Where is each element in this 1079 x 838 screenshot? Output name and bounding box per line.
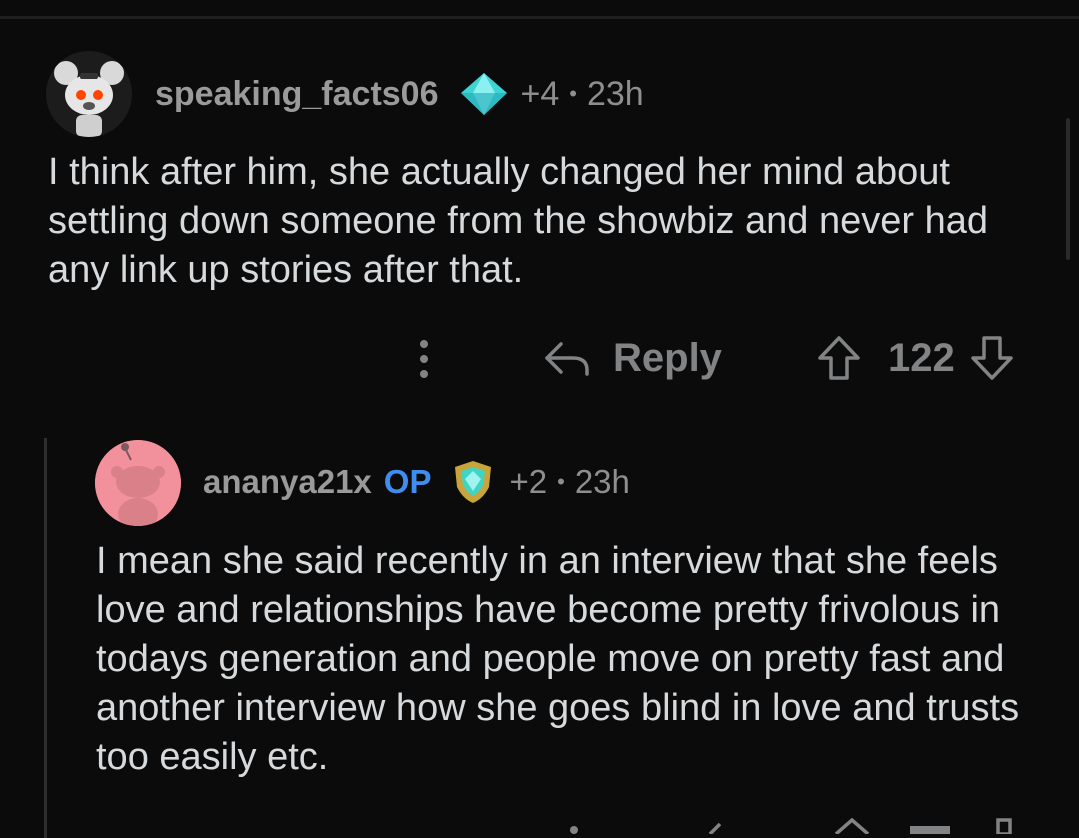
more-vertical-icon bbox=[420, 340, 428, 378]
karma-delta: +4 bbox=[520, 74, 560, 113]
op-badge: OP bbox=[383, 463, 432, 500]
top-divider bbox=[0, 16, 1079, 19]
avatar[interactable] bbox=[95, 440, 181, 526]
downvote-button[interactable] bbox=[969, 335, 1015, 381]
diamond-award-icon[interactable] bbox=[459, 71, 509, 117]
karma-delta: +2 bbox=[509, 463, 548, 500]
timestamp: 23h bbox=[586, 74, 644, 113]
snoo-avatar-icon bbox=[95, 440, 181, 526]
reply-body: I mean she said recently in an interview… bbox=[96, 540, 1020, 778]
separator-dot: • bbox=[569, 81, 577, 106]
upvote-button[interactable] bbox=[816, 335, 862, 381]
scrollbar[interactable] bbox=[1066, 118, 1070, 260]
thread-line[interactable] bbox=[44, 438, 47, 838]
snoo-koala-icon bbox=[46, 51, 132, 137]
reply-arrow-icon bbox=[545, 342, 589, 376]
reply-actions-partial bbox=[560, 818, 1020, 834]
reply-label: Reply bbox=[613, 335, 722, 380]
avatar[interactable] bbox=[46, 51, 132, 137]
more-options-button[interactable] bbox=[410, 336, 438, 382]
cut-off-action-icons bbox=[570, 818, 1012, 834]
vote-controls: 122 bbox=[816, 332, 1015, 384]
gem-shield-award-icon[interactable] bbox=[449, 459, 497, 505]
reply-button[interactable]: Reply bbox=[543, 334, 722, 382]
upvote-arrow-icon bbox=[818, 336, 860, 380]
vote-score: 122 bbox=[888, 335, 955, 380]
username[interactable]: ananya21x bbox=[203, 463, 372, 501]
comment-body: I think after him, she actually changed … bbox=[48, 151, 988, 291]
downvote-arrow-icon bbox=[971, 336, 1013, 380]
timestamp: 23h bbox=[574, 463, 630, 500]
separator-dot: • bbox=[557, 469, 565, 494]
username[interactable]: speaking_facts06 bbox=[155, 75, 439, 114]
